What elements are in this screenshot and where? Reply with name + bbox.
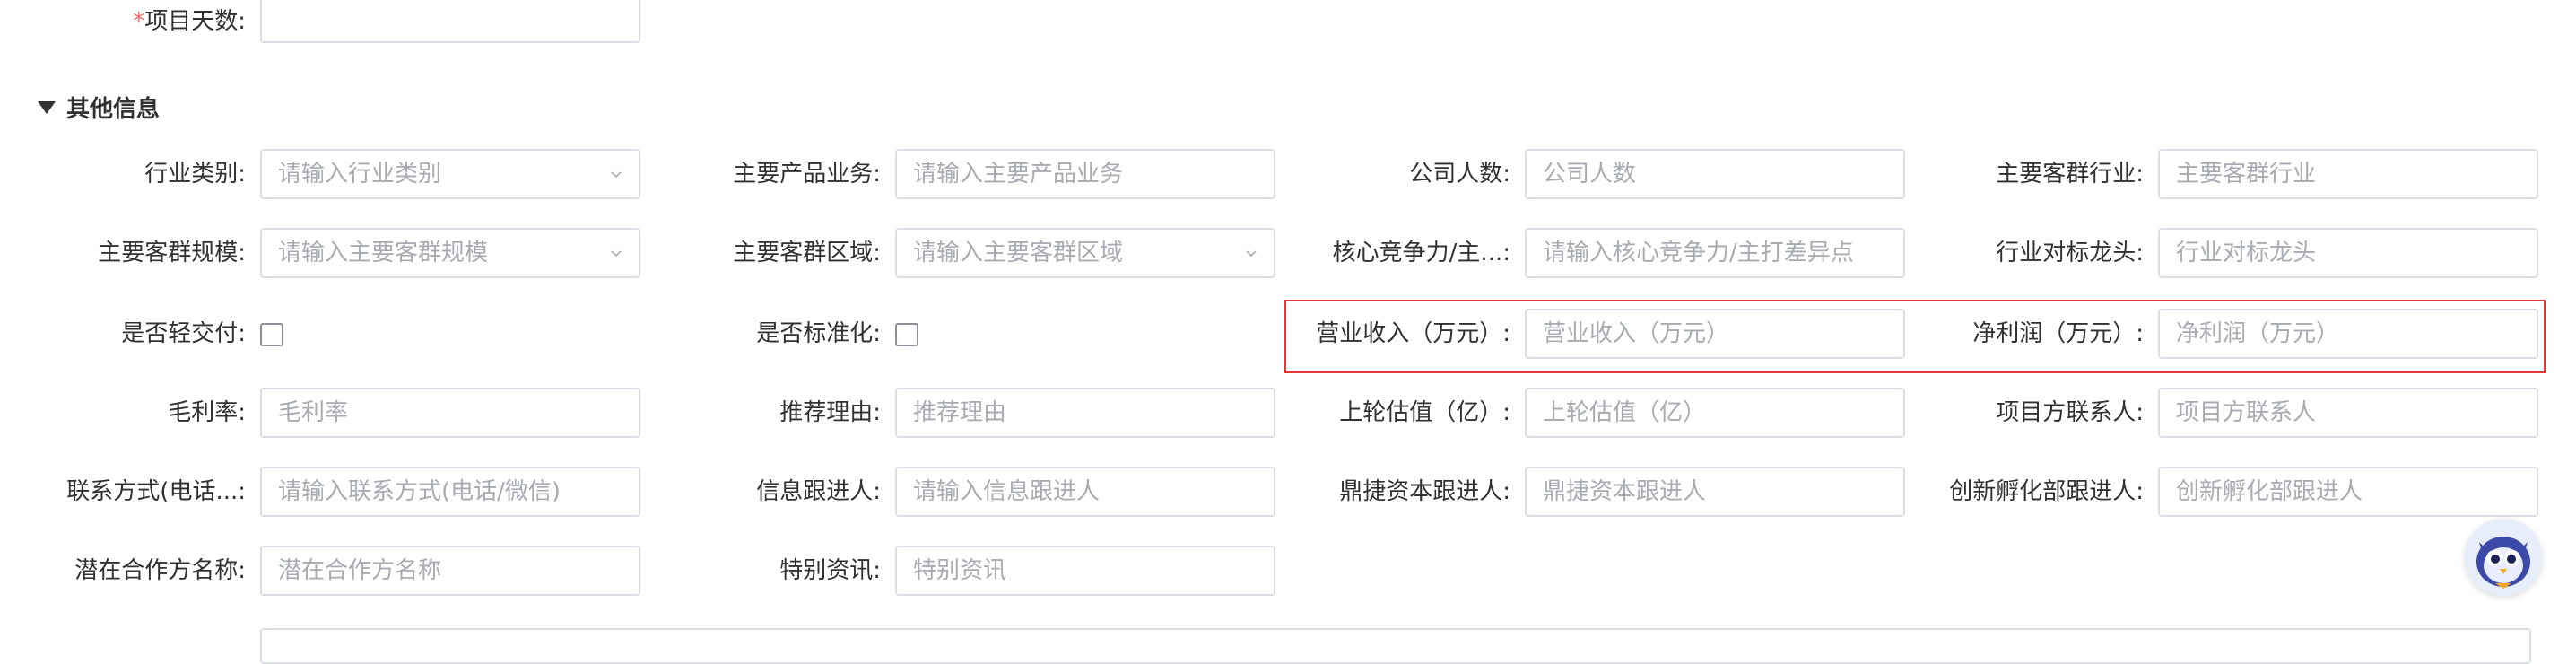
field-label-r4c0: 联系方式(电话...: [66, 478, 246, 505]
field-label-r4c3: 创新孵化部跟进人: [1949, 478, 2144, 505]
input-r4c3[interactable]: 创新孵化部跟进人 [2158, 467, 2538, 517]
field-label-r3c3: 项目方联系人: [1996, 399, 2144, 426]
placeholder-text: 推荐理由 [913, 399, 1007, 426]
field-label-r1c2: 核心竞争力/主...: [1332, 240, 1510, 266]
placeholder-text: 请输入主要客群规模 [278, 240, 489, 266]
field-label-r5c1: 特别资讯: [779, 557, 881, 584]
placeholder-text: 鼎捷资本跟进人 [1543, 478, 1707, 505]
placeholder-text: 毛利率 [278, 399, 349, 426]
field-label-r5c0: 潜在合作方名称: [74, 557, 246, 584]
input-r0c3[interactable]: 主要客群行业 [2158, 149, 2538, 199]
field-label-r1c3: 行业对标龙头: [1996, 240, 2144, 266]
checkbox-r2c1[interactable] [895, 323, 918, 346]
field-label-r1c0: 主要客群规模: [98, 240, 246, 266]
placeholder-text: 请输入信息跟进人 [913, 478, 1101, 505]
placeholder-text: 创新孵化部跟进人 [2176, 478, 2363, 505]
field-label-r0c0: 行业类别: [144, 161, 246, 188]
field-label-r2c1: 是否标准化: [756, 320, 881, 347]
placeholder-text: 请输入联系方式(电话/微信) [278, 478, 561, 505]
input-r1c3[interactable]: 行业对标龙头 [2158, 228, 2538, 278]
placeholder-text: 行业对标龙头 [2176, 240, 2317, 266]
field-label-r2c0: 是否轻交付: [121, 320, 246, 347]
placeholder-text: 潜在合作方名称 [278, 557, 442, 584]
field-label-r4c2: 鼎捷资本跟进人: [1339, 478, 1510, 505]
field-label-r3c1: 推荐理由: [779, 399, 881, 426]
section-header-other-info[interactable]: 其他信息 [38, 92, 160, 127]
checkbox-r2c0[interactable] [260, 323, 283, 346]
field-label-r0c2: 公司人数: [1409, 161, 1510, 188]
input-r3c3[interactable]: 项目方联系人 [2158, 388, 2538, 438]
placeholder-text: 上轮估值（亿） [1543, 399, 1707, 426]
placeholder-text: 公司人数 [1543, 161, 1637, 188]
caret-down-icon [38, 100, 56, 114]
project-days-label: *项目天数: [133, 8, 246, 35]
project-days-input[interactable] [260, 0, 640, 43]
highlight-box [1284, 300, 2546, 373]
owl-assistant-icon [2476, 537, 2530, 589]
field-label-r1c1: 主要客群区域: [733, 240, 881, 266]
field-label-r0c1: 主要产品业务: [733, 161, 881, 188]
field-label-r3c2: 上轮估值（亿）: [1339, 399, 1510, 426]
bottom-textarea[interactable] [260, 628, 2531, 664]
placeholder-text: 特别资讯 [913, 557, 1007, 584]
field-label-r0c3: 主要客群行业: [1996, 161, 2144, 188]
field-label-r4c1: 信息跟进人: [756, 478, 881, 505]
assistant-button[interactable] [2465, 519, 2542, 596]
placeholder-text: 请输入主要产品业务 [913, 161, 1124, 188]
placeholder-text: 请输入行业类别 [278, 161, 442, 188]
input-r5c1[interactable]: 特别资讯 [895, 546, 1275, 596]
placeholder-text: 请输入主要客群区域 [913, 240, 1124, 266]
placeholder-text: 项目方联系人 [2176, 399, 2317, 426]
required-mark: * [133, 8, 145, 35]
field-label-r3c0: 毛利率: [168, 399, 246, 426]
placeholder-text: 主要客群行业 [2176, 161, 2317, 188]
